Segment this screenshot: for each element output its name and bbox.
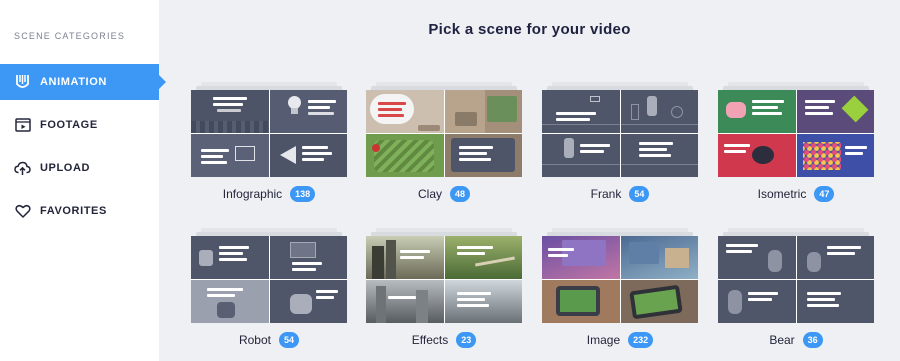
scene-count-badge: 48 [450, 186, 471, 202]
scene-card-image[interactable]: Image 232 [542, 228, 698, 348]
sidebar: SCENE CATEGORIES ANIMATION FOOTAGE UPLOA… [0, 0, 166, 361]
scene-count-badge: 54 [279, 332, 300, 348]
scene-card-frank[interactable]: Frank 54 [542, 82, 698, 202]
film-icon [14, 117, 31, 134]
scene-thumbnail [366, 236, 522, 323]
sidebar-heading: SCENE CATEGORIES [14, 31, 126, 41]
scene-count-badge: 23 [456, 332, 477, 348]
scene-card-infographic[interactable]: Infographic 138 [191, 82, 347, 202]
scene-name: Bear [769, 333, 795, 347]
scene-thumbnail [718, 90, 874, 177]
scene-name: Frank [590, 187, 622, 201]
page-title: Pick a scene for your video [428, 21, 631, 38]
scene-count-badge: 36 [802, 332, 823, 348]
sidebar-item-label: FOOTAGE [40, 119, 98, 131]
scene-card-isometric[interactable]: Isometric 47 [718, 82, 874, 202]
animation-icon [14, 74, 31, 91]
scene-count-badge: 47 [814, 186, 835, 202]
sidebar-item-label: UPLOAD [40, 162, 91, 174]
scene-name: Clay [417, 187, 442, 201]
scene-name: Infographic [222, 187, 283, 201]
scene-count-badge: 232 [628, 332, 654, 348]
sidebar-nav: ANIMATION FOOTAGE UPLOAD FAVORITES [0, 64, 166, 236]
sidebar-item-favorites[interactable]: FAVORITES [0, 193, 159, 229]
scene-thumbnail [542, 236, 698, 323]
heart-icon [14, 203, 31, 220]
scene-card-clay[interactable]: Clay 48 [366, 82, 522, 202]
scene-card-robot[interactable]: Robot 54 [191, 228, 347, 348]
sidebar-item-footage[interactable]: FOOTAGE [0, 107, 159, 143]
scene-count-badge: 138 [290, 186, 316, 202]
scene-thumbnail [366, 90, 522, 177]
sidebar-item-upload[interactable]: UPLOAD [0, 150, 159, 186]
scene-thumbnail [191, 236, 347, 323]
scene-card-effects[interactable]: Effects 23 [366, 228, 522, 348]
sidebar-item-label: FAVORITES [40, 205, 107, 217]
scene-count-badge: 54 [629, 186, 650, 202]
main-area: Pick a scene for your video Infographic … [159, 0, 900, 361]
scene-name: Effects [411, 333, 449, 347]
scene-thumbnail [718, 236, 874, 323]
scene-name: Robot [238, 333, 271, 347]
sidebar-item-label: ANIMATION [40, 76, 107, 88]
scene-thumbnail [542, 90, 698, 177]
upload-cloud-icon [14, 160, 31, 177]
scene-card-bear[interactable]: Bear 36 [718, 228, 874, 348]
scene-name: Image [586, 333, 621, 347]
sidebar-item-animation[interactable]: ANIMATION [0, 64, 166, 100]
scene-thumbnail [191, 90, 347, 177]
scene-name: Isometric [757, 187, 807, 201]
